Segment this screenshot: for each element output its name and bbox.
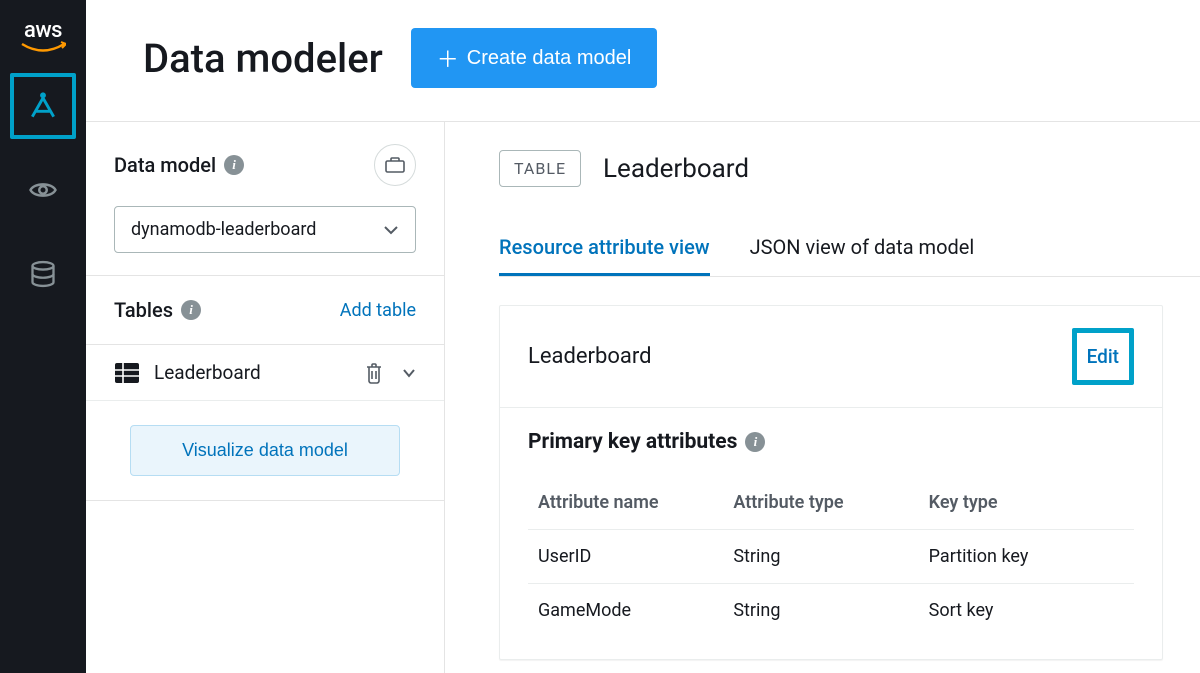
main-content: TABLE Leaderboard Resource attribute vie… [445,122,1200,673]
content-title: Leaderboard [603,154,749,184]
tab-resource-attribute[interactable]: Resource attribute view [499,235,710,276]
aws-smile-icon [20,41,66,55]
aws-logo-text: aws [24,18,62,43]
nav-operations[interactable] [10,241,76,307]
data-model-select[interactable]: dynamodb-leaderboard [114,206,416,253]
info-icon[interactable]: i [181,300,201,320]
table-row: GameMode String Sort key [528,583,1134,637]
create-data-model-button[interactable]: ＋ Create data model [411,28,658,88]
header: Data modeler ＋ Create data model [86,0,1200,121]
tabs: Resource attribute view JSON view of dat… [499,235,1200,277]
data-model-label: Data model i [114,153,244,177]
table-list-item[interactable]: Leaderboard [86,345,444,401]
chevron-down-icon [402,368,416,378]
info-icon[interactable]: i [745,432,765,452]
tables-label: Tables i [114,298,201,322]
col-key-type: Key type [929,492,1124,513]
table-detail-card: Leaderboard Edit Primary key attributes … [499,305,1163,660]
briefcase-icon [385,157,405,173]
primary-key-section-title: Primary key attributes i [528,430,1134,454]
nav-rail: aws [0,0,86,673]
create-data-model-label: Create data model [467,47,632,70]
col-attribute-type: Attribute type [733,492,928,513]
info-icon[interactable]: i [224,155,244,175]
table-icon [114,362,140,384]
table-name: Leaderboard [154,361,350,384]
database-icon [29,260,57,288]
eye-icon [28,175,58,205]
cell-key-type: Sort key [929,600,1124,621]
table-badge: TABLE [499,150,581,187]
visualize-data-model-button[interactable]: Visualize data model [130,425,400,476]
tab-json-view[interactable]: JSON view of data model [750,235,975,276]
data-model-selected: dynamodb-leaderboard [131,219,316,240]
page-title: Data modeler [143,35,383,82]
delete-table-button[interactable] [364,362,384,384]
cell-attr-name: GameMode [538,600,733,621]
chevron-down-icon [383,225,399,235]
primary-key-table: Attribute name Attribute type Key type U… [528,476,1134,637]
compass-icon [27,90,59,122]
export-button[interactable] [374,144,416,186]
cell-attr-type: String [733,546,928,567]
table-row: UserID String Partition key [528,529,1134,583]
trash-icon [364,362,384,384]
card-title: Leaderboard [528,344,652,369]
edit-button[interactable]: Edit [1072,328,1134,385]
plus-icon: ＋ [437,42,459,74]
expand-table-button[interactable] [402,368,416,378]
aws-logo: aws [20,18,66,55]
nav-data-modeler[interactable] [10,73,76,139]
col-attribute-name: Attribute name [538,492,733,513]
side-panel: Data model i dynamodb-leaderboard [86,122,445,673]
cell-key-type: Partition key [929,546,1124,567]
breadcrumb: TABLE Leaderboard [499,150,1200,187]
cell-attr-type: String [733,600,928,621]
table-header-row: Attribute name Attribute type Key type [528,476,1134,529]
add-table-link[interactable]: Add table [340,300,416,321]
nav-visualizer[interactable] [10,157,76,223]
cell-attr-name: UserID [538,546,733,567]
